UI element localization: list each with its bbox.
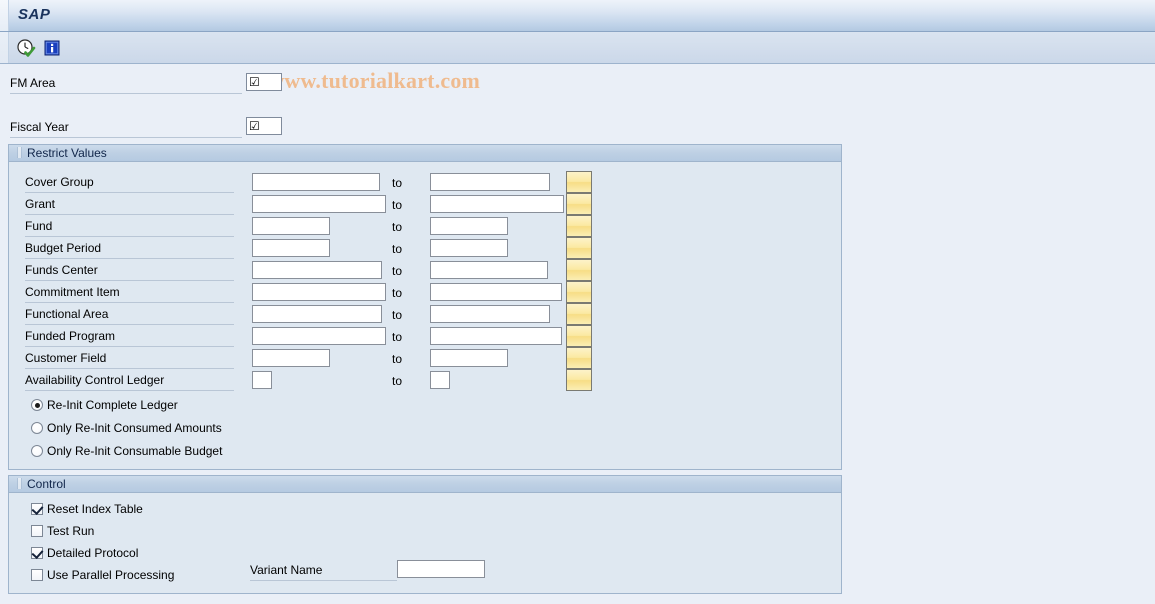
multiple-selection-button[interactable] [566, 325, 592, 347]
field-row: Funds Center to [9, 259, 843, 281]
field-to-input[interactable] [430, 195, 564, 213]
fm-area-label: FM Area [10, 76, 242, 94]
control-panel: Control Variant Name Reset Index Table Te… [8, 475, 842, 594]
multiple-selection-button[interactable] [566, 369, 592, 391]
field-from-input[interactable] [252, 195, 386, 213]
checkbox-option-label: Use Parallel Processing [47, 568, 175, 582]
application-toolbar: © www.tutorialkart.com [0, 32, 1155, 93]
field-row: Customer Field to [9, 347, 843, 369]
range-to-label: to [392, 242, 403, 256]
radio-option-label: Only Re-Init Consumed Amounts [47, 421, 222, 435]
field-from-input[interactable] [252, 349, 330, 367]
title-bar-left-edge [0, 0, 9, 31]
control-header-label: Control [27, 477, 66, 491]
field-label: Customer Field [25, 351, 234, 369]
multiple-selection-button[interactable] [566, 259, 592, 281]
field-to-input[interactable] [430, 371, 450, 389]
field-label: Grant [25, 197, 234, 215]
execute-clock-check-icon[interactable] [16, 38, 36, 58]
field-label: Availability Control Ledger [25, 373, 234, 391]
field-label: Funded Program [25, 329, 234, 347]
field-row: Functional Area to [9, 303, 843, 325]
restrict-values-header-label: Restrict Values [27, 146, 107, 160]
page-title: SAP [18, 6, 51, 23]
checkbox-option-label: Test Run [47, 524, 95, 538]
checkbox-checked-icon[interactable] [31, 503, 43, 515]
checkbox-unchecked-icon[interactable] [31, 525, 43, 537]
range-to-label: to [392, 308, 403, 322]
variant-name-label: Variant Name [250, 563, 397, 581]
field-from-input[interactable] [252, 261, 382, 279]
field-label: Funds Center [25, 263, 234, 281]
field-from-input[interactable] [252, 371, 272, 389]
field-row: Availability Control Ledger to [9, 369, 843, 391]
field-row-fm-area: FM Area [0, 72, 1155, 94]
multiple-selection-button[interactable] [566, 347, 592, 369]
range-to-label: to [392, 374, 403, 388]
restrict-values-panel: Restrict Values Cover Group to Grant to Fund… [8, 144, 842, 470]
field-row: Cover Group to [9, 171, 843, 193]
window-title-bar: SAP [0, 0, 1155, 32]
multiple-selection-button[interactable] [566, 193, 592, 215]
field-to-input[interactable] [430, 305, 550, 323]
field-to-input[interactable] [430, 173, 550, 191]
field-from-input[interactable] [252, 305, 382, 323]
field-to-input[interactable] [430, 239, 508, 257]
field-label: Fund [25, 219, 234, 237]
toolbar-left-edge [0, 32, 9, 63]
field-from-input[interactable] [252, 283, 386, 301]
checkbox-option-label: Reset Index Table [47, 502, 143, 516]
field-to-input[interactable] [430, 217, 508, 235]
field-label: Budget Period [25, 241, 234, 259]
field-to-input[interactable] [430, 261, 548, 279]
field-row: Funded Program to [9, 325, 843, 347]
fm-area-input[interactable] [246, 73, 282, 91]
restrict-values-panel-header: Restrict Values [9, 145, 841, 162]
multiple-selection-button[interactable] [566, 303, 592, 325]
field-to-input[interactable] [430, 349, 508, 367]
field-label: Commitment Item [25, 285, 234, 303]
range-to-label: to [392, 352, 403, 366]
fiscal-year-label: Fiscal Year [10, 120, 242, 138]
range-to-label: to [392, 176, 403, 190]
control-panel-header: Control [9, 476, 841, 493]
panel-header-marker [17, 147, 22, 158]
field-from-input[interactable] [252, 173, 380, 191]
range-to-label: to [392, 330, 403, 344]
radio-option-label: Only Re-Init Consumable Budget [47, 444, 223, 458]
field-row: Fund to [9, 215, 843, 237]
field-label: Functional Area [25, 307, 234, 325]
multiple-selection-button[interactable] [566, 281, 592, 303]
field-from-input[interactable] [252, 239, 330, 257]
information-icon[interactable] [42, 38, 62, 58]
field-row: Commitment Item to [9, 281, 843, 303]
range-to-label: to [392, 220, 403, 234]
multiple-selection-button[interactable] [566, 237, 592, 259]
field-to-input[interactable] [430, 327, 562, 345]
multiple-selection-button[interactable] [566, 215, 592, 237]
field-row-fiscal-year: Fiscal Year [0, 116, 1155, 138]
radio-option-label: Re-Init Complete Ledger [47, 398, 178, 412]
field-from-input[interactable] [252, 217, 330, 235]
field-label: Cover Group [25, 175, 234, 193]
field-to-input[interactable] [430, 283, 562, 301]
radio-selected-icon[interactable] [31, 399, 43, 411]
checkbox-unchecked-icon[interactable] [31, 569, 43, 581]
range-to-label: to [392, 198, 403, 212]
range-to-label: to [392, 286, 403, 300]
header-selection-fields: FM Area Fiscal Year [0, 72, 1155, 138]
multiple-selection-button[interactable] [566, 171, 592, 193]
fiscal-year-input[interactable] [246, 117, 282, 135]
checkbox-option-label: Detailed Protocol [47, 546, 139, 560]
variant-name-input[interactable] [397, 560, 485, 578]
radio-unselected-icon[interactable] [31, 422, 43, 434]
field-row: Grant to [9, 193, 843, 215]
panel-header-marker [17, 478, 22, 489]
range-to-label: to [392, 264, 403, 278]
field-from-input[interactable] [252, 327, 386, 345]
radio-unselected-icon[interactable] [31, 445, 43, 457]
checkbox-checked-icon[interactable] [31, 547, 43, 559]
field-row: Budget Period to [9, 237, 843, 259]
